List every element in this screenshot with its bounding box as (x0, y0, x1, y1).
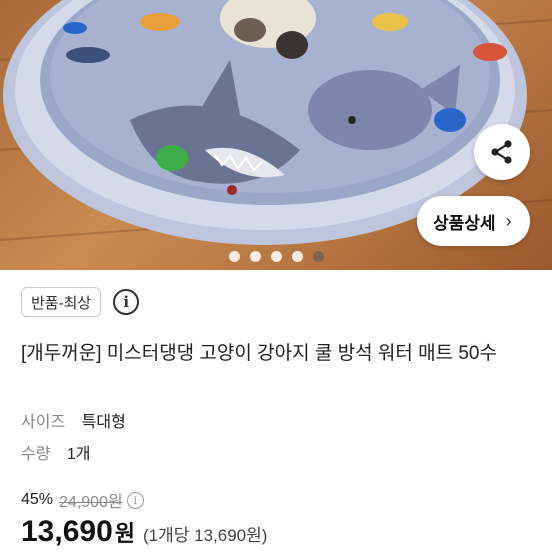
option-size-label: 사이즈 (21, 414, 66, 431)
product-detail-label: 상품상세 (433, 213, 496, 233)
carousel-dot[interactable] (270, 251, 282, 262)
condition-badge: 반품-최상 (21, 287, 102, 317)
carousel-pagination (0, 251, 552, 262)
discount-rate: 45% (21, 491, 54, 508)
sale-price: 13,690 (21, 515, 113, 548)
price-info-icon[interactable]: i (126, 491, 144, 509)
carousel-dot[interactable] (228, 251, 240, 262)
unit-price: (1개당 13,690원) (143, 526, 268, 545)
price-row: 13,690 원 (1개당 13,690원) (21, 515, 267, 549)
product-image-carousel[interactable]: 상품상세 › (0, 0, 552, 270)
option-size-value: 특대형 (81, 414, 126, 431)
currency-label: 원 (114, 521, 136, 546)
option-size: 사이즈 특대형 (21, 408, 126, 432)
product-title: [개두꺼운] 미스터댕댕 고양이 강아지 쿨 방석 워터 매트 50수 (21, 343, 497, 364)
carousel-dot-active[interactable] (312, 251, 324, 262)
option-quantity: 수량 1개 (21, 440, 91, 464)
carousel-dot[interactable] (249, 251, 261, 262)
discount-row: 45% 24,900원 i (21, 488, 144, 512)
original-price: 24,900원 (59, 494, 123, 511)
chevron-right-icon: › (505, 210, 512, 231)
carousel-dot[interactable] (291, 251, 303, 262)
info-icon[interactable]: i (113, 289, 140, 315)
share-button[interactable] (474, 124, 530, 180)
condition-row: 반품-최상 i (21, 287, 140, 317)
product-detail-button[interactable]: 상품상세 › (417, 196, 530, 246)
option-quantity-value: 1개 (66, 446, 91, 463)
share-icon (491, 140, 512, 164)
option-quantity-label: 수량 (21, 446, 51, 463)
